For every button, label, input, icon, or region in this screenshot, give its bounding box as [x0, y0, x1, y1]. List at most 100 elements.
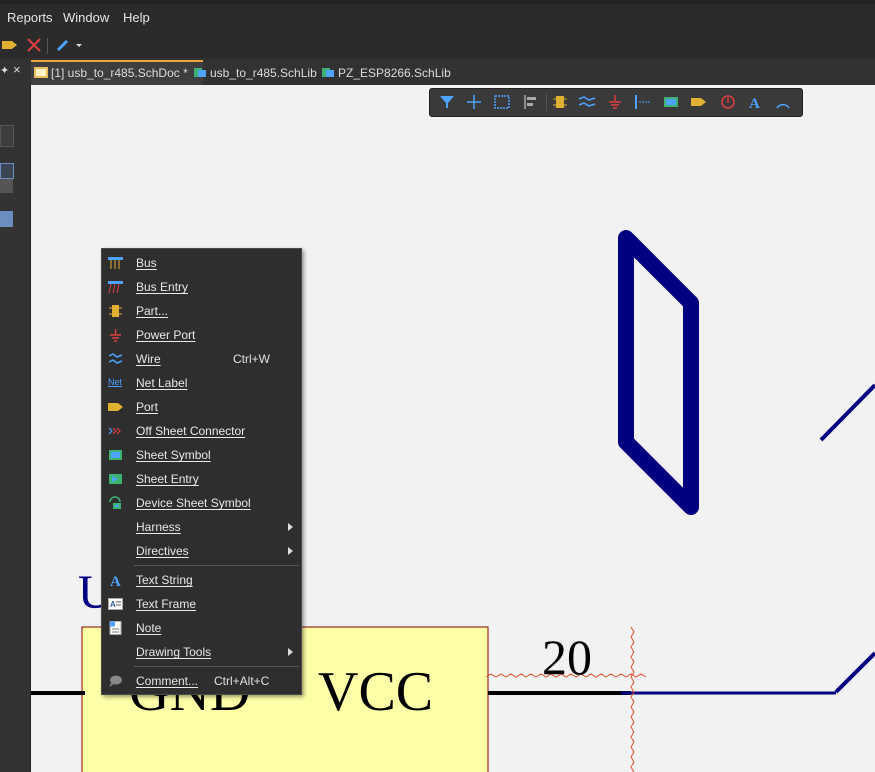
pen-dropdown-icon[interactable] — [55, 37, 83, 53]
net-label-icon: Net — [108, 377, 123, 387]
menu-item-port[interactable]: Port — [102, 395, 301, 419]
align-icon[interactable] — [522, 94, 540, 110]
port-icon[interactable] — [2, 38, 18, 52]
menu-item-sheet-entry[interactable]: Sheet Entry — [102, 467, 301, 491]
document-tab-bar: ✦ × [1] usb_to_r485.SchDoc * usb_to_r485… — [0, 58, 875, 86]
tab-usb-to-r485-schdoc[interactable]: [1] usb_to_r485.SchDoc * — [31, 60, 203, 86]
sheet-symbol-icon[interactable] — [662, 94, 680, 110]
arc-icon[interactable] — [774, 94, 792, 110]
menu-item-text-frame[interactable]: A Text Frame — [102, 592, 301, 616]
bus-icon[interactable] — [634, 94, 652, 110]
schlib-icon — [322, 68, 334, 77]
text-frame-icon: A — [108, 598, 123, 610]
left-panel-collapsed — [0, 85, 31, 772]
active-bar: A — [429, 88, 803, 117]
svg-text:A: A — [749, 96, 760, 110]
menu-item-sheet-symbol[interactable]: Sheet Symbol — [102, 443, 301, 467]
menu-label: Net Label — [136, 376, 188, 390]
menu-item-text-string[interactable]: A Text String — [102, 568, 301, 592]
panel-field[interactable] — [0, 163, 14, 179]
pin-label-vcc: VCC — [318, 661, 434, 723]
tab-pz-esp8266-schlib[interactable]: PZ_ESP8266.SchLib — [318, 62, 458, 84]
menu-item-net-label[interactable]: Net Net Label — [102, 371, 301, 395]
wire-icon[interactable] — [578, 94, 596, 110]
submenu-arrow-icon — [288, 547, 293, 555]
menu-item-wire[interactable]: Wire Ctrl+W — [102, 347, 301, 371]
select-area-icon[interactable] — [493, 94, 511, 110]
tab-usb-to-r485-schlib[interactable]: usb_to_r485.SchLib — [190, 62, 332, 84]
menu-label: Note — [136, 621, 162, 635]
menu-label: Comment... — [136, 674, 199, 688]
sheet-symbol-icon — [109, 450, 122, 460]
close-icon[interactable] — [26, 37, 42, 53]
panel-selected-item[interactable] — [0, 211, 13, 227]
menu-label: Part... — [136, 304, 169, 318]
wire-icon — [108, 353, 123, 364]
menu-separator — [134, 565, 299, 566]
submenu-arrow-icon — [288, 648, 293, 656]
menu-label: Drawing Tools — [136, 645, 212, 659]
port-icon[interactable] — [690, 94, 708, 110]
port-icon — [108, 403, 123, 411]
schematic-graphic-shape[interactable] — [618, 230, 699, 515]
menu-label: Wire — [136, 352, 161, 366]
menu-label: Text String — [136, 573, 193, 587]
panel-field[interactable] — [0, 179, 13, 193]
toolbar-divider — [546, 94, 547, 111]
menu-window[interactable]: Window — [63, 10, 109, 25]
place-context-menu: Bus Bus Entry Part... Power Port Wire Ct… — [101, 248, 302, 695]
title-bar-strip — [0, 0, 875, 4]
pin-number: 20 — [542, 629, 592, 685]
menu-item-bus[interactable]: Bus — [102, 251, 301, 275]
svg-text:A: A — [110, 574, 121, 587]
menu-item-bus-entry[interactable]: Bus Entry — [102, 275, 301, 299]
crosshair-icon[interactable] — [465, 94, 483, 110]
schlib-icon — [194, 68, 206, 77]
menu-reports[interactable]: Reports — [7, 10, 53, 25]
svg-text:A: A — [110, 600, 116, 609]
schematic-wire[interactable] — [819, 383, 875, 442]
note-icon — [109, 621, 122, 635]
off-sheet-connector-icon — [108, 427, 121, 435]
menu-help[interactable]: Help — [123, 10, 150, 25]
part-icon[interactable] — [551, 94, 569, 110]
tab-label: usb_to_r485.SchLib — [210, 66, 317, 80]
menu-shortcut: Ctrl+Alt+C — [214, 674, 270, 688]
menu-item-comment[interactable]: Comment... Ctrl+Alt+C — [102, 669, 301, 693]
menu-item-part[interactable]: Part... — [102, 299, 301, 323]
menu-item-device-sheet-symbol[interactable]: Device Sheet Symbol — [102, 491, 301, 515]
part-icon — [109, 305, 122, 317]
filter-icon[interactable] — [438, 94, 456, 110]
menu-label: Sheet Entry — [136, 472, 199, 486]
menu-label: Directives — [136, 544, 189, 558]
menu-item-power-port[interactable]: Power Port — [102, 323, 301, 347]
menu-shortcut: Ctrl+W — [233, 352, 270, 366]
tab-label: PZ_ESP8266.SchLib — [338, 66, 451, 80]
menu-label: Power Port — [136, 328, 196, 342]
text-icon[interactable]: A — [746, 94, 764, 110]
menu-label: Off Sheet Connector — [136, 424, 246, 438]
menu-item-drawing-tools[interactable]: Drawing Tools — [102, 640, 301, 664]
menu-label: Port — [136, 400, 159, 414]
pin-icon[interactable]: ✦ — [0, 64, 9, 77]
menu-label: Bus Entry — [136, 280, 189, 294]
menu-label: Device Sheet Symbol — [136, 496, 251, 510]
schdoc-icon — [34, 67, 48, 78]
text-string-icon: A — [110, 574, 121, 587]
menu-bar: Reports Window Help — [0, 0, 875, 34]
menu-item-harness[interactable]: Harness — [102, 515, 301, 539]
bus-entry-icon — [108, 281, 123, 294]
bus-icon — [108, 257, 123, 269]
no-erc-icon[interactable] — [719, 94, 737, 110]
power-port-icon[interactable] — [606, 94, 624, 110]
tab-label: [1] usb_to_r485.SchDoc * — [51, 66, 188, 80]
menu-item-note[interactable]: Note — [102, 616, 301, 640]
schematic-wire[interactable] — [834, 651, 875, 694]
device-sheet-symbol-icon — [109, 496, 121, 509]
panel-field[interactable] — [0, 125, 14, 147]
menu-item-off-sheet-connector[interactable]: Off Sheet Connector — [102, 419, 301, 443]
comment-icon — [109, 675, 122, 687]
menu-label: Harness — [136, 520, 181, 534]
menu-item-directives[interactable]: Directives — [102, 539, 301, 563]
panel-close-icon[interactable]: × — [13, 62, 21, 77]
